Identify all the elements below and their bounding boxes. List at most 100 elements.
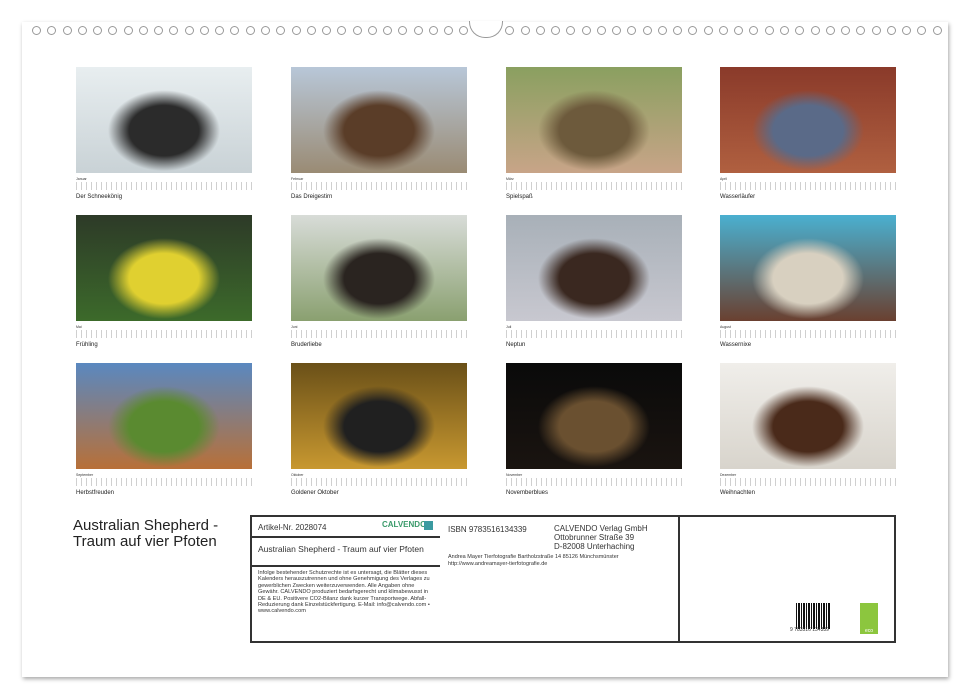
month-label: November — [506, 473, 682, 477]
binding-hole — [872, 26, 881, 35]
binding-hole — [933, 26, 942, 35]
binding-hole — [32, 26, 41, 35]
month-days — [76, 478, 252, 486]
month-tile: Juli Neptun — [506, 215, 682, 348]
month-tile: Februar Das Dreigestirn — [291, 67, 467, 200]
binding-hole — [627, 26, 636, 35]
binding-hole — [505, 26, 514, 35]
binding-hole — [78, 26, 87, 35]
month-tile: Oktober Goldener Oktober — [291, 363, 467, 496]
calendar-back-cover: Januar Der Schneekönig Februar Das Dreig… — [0, 0, 971, 700]
month-days — [720, 330, 896, 338]
publisher-address: CALVENDO Verlag GmbH Ottobrunner Straße … — [554, 524, 648, 551]
isbn: ISBN 9783516134339 — [448, 525, 527, 534]
cover-title: Australian Shepherd - Traum auf vier Pfo… — [73, 518, 243, 550]
month-days — [76, 182, 252, 190]
binding-hole — [63, 26, 72, 35]
barcode-number: 9 783516 134339 — [790, 627, 829, 633]
month-title: Frühling — [76, 342, 252, 348]
binding-hole — [566, 26, 575, 35]
binding-hole — [337, 26, 346, 35]
binding-hole — [414, 26, 423, 35]
month-label: Juli — [506, 325, 682, 329]
month-label: Januar — [76, 177, 252, 181]
month-title: Goldener Oktober — [291, 490, 467, 496]
month-label: Dezember — [720, 473, 896, 477]
month-title: Weihnachten — [720, 490, 896, 496]
author-url[interactable]: http://www.andreamayer-tierfotografie.de — [448, 561, 547, 567]
month-photo — [76, 363, 252, 469]
month-label: Juni — [291, 325, 467, 329]
month-photo — [720, 67, 896, 173]
month-title: Spielspaß — [506, 194, 682, 200]
month-title: Das Dreigestirn — [291, 194, 467, 200]
binding-hole — [185, 26, 194, 35]
month-title: Novemberblues — [506, 490, 682, 496]
publisher-name: CALVENDO Verlag GmbH — [554, 524, 648, 533]
binding-hole — [780, 26, 789, 35]
binding-hole — [887, 26, 896, 35]
month-days — [720, 182, 896, 190]
month-label: Februar — [291, 177, 467, 181]
binding-hole — [368, 26, 377, 35]
month-label: Oktober — [291, 473, 467, 477]
month-tile: Juni Bruderliebe — [291, 215, 467, 348]
binding-hole — [459, 26, 468, 35]
binding-hole — [597, 26, 606, 35]
binding-hole — [612, 26, 621, 35]
eco-badge: eco — [860, 603, 878, 634]
month-days — [506, 182, 682, 190]
month-photo — [291, 363, 467, 469]
month-title: Wasserläufer — [720, 194, 896, 200]
month-label: März — [506, 177, 682, 181]
binding-hole — [261, 26, 270, 35]
author-address: Andrea Mayer Tierfotografie Bartholzstra… — [448, 554, 619, 560]
binding-hole — [734, 26, 743, 35]
month-title: Herbstfreuden — [76, 490, 252, 496]
binding-hole — [47, 26, 56, 35]
month-photo — [720, 363, 896, 469]
month-days — [506, 478, 682, 486]
binding-hole — [322, 26, 331, 35]
month-photo — [506, 67, 682, 173]
month-photo — [291, 215, 467, 321]
binding-hole — [826, 26, 835, 35]
binding-hole — [704, 26, 713, 35]
month-photo — [76, 215, 252, 321]
binding-hole — [658, 26, 667, 35]
month-label: April — [720, 177, 896, 181]
info-box-left: Artikel-Nr. 2028074 CALVENDO Australian … — [250, 515, 442, 643]
binding-hole — [398, 26, 407, 35]
month-photo — [506, 363, 682, 469]
month-label: August — [720, 325, 896, 329]
binding-hole — [429, 26, 438, 35]
publisher-street: Ottobrunner Straße 39 — [554, 533, 648, 542]
month-days — [291, 478, 467, 486]
month-tile: Mai Frühling — [76, 215, 252, 348]
binding-hole — [643, 26, 652, 35]
binding-hole — [383, 26, 392, 35]
binding-hole — [765, 26, 774, 35]
article-number: Artikel-Nr. 2028074 — [258, 523, 326, 532]
calvendo-logo-icon — [424, 521, 433, 530]
binding-hole — [353, 26, 362, 35]
binding-hole — [444, 26, 453, 35]
info-box-right: 9 783516 134339 eco — [678, 515, 896, 643]
binding-hole — [124, 26, 133, 35]
binding-hole — [856, 26, 865, 35]
month-photo — [291, 67, 467, 173]
month-title: Neptun — [506, 342, 682, 348]
binding-hole — [811, 26, 820, 35]
binding-hole — [902, 26, 911, 35]
binding-hole — [536, 26, 545, 35]
month-tile: November Novemberblues — [506, 363, 682, 496]
month-title: Bruderliebe — [291, 342, 467, 348]
binding-hole — [795, 26, 804, 35]
month-days — [76, 330, 252, 338]
month-tile: Dezember Weihnachten — [720, 363, 896, 496]
binding-hole — [154, 26, 163, 35]
binding-hole — [307, 26, 316, 35]
calvendo-logo: CALVENDO — [382, 520, 426, 529]
month-tile: August Wassernixe — [720, 215, 896, 348]
binding-hole — [749, 26, 758, 35]
